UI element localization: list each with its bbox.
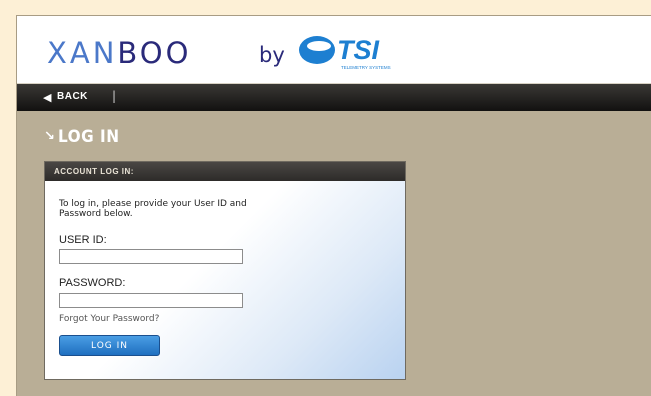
- tsi-logo-text: TSI: [337, 35, 380, 65]
- back-link[interactable]: BACK: [57, 91, 88, 102]
- password-input[interactable]: [59, 293, 243, 308]
- user-id-label: USER ID:: [59, 234, 107, 246]
- login-instructions: To log in, please provide your User ID a…: [59, 199, 247, 219]
- nav-separator: |: [112, 89, 117, 103]
- tsi-logo: TSI TELEMETRY SYSTEMS: [299, 35, 391, 70]
- page-title: LOG IN: [58, 127, 120, 147]
- xanboo-logo: XANBOO: [47, 36, 191, 70]
- back-arrow-icon: ◀: [43, 91, 52, 104]
- login-panel: ACCOUNT LOG IN: To log in, please provid…: [44, 161, 406, 380]
- arrow-down-right-icon: ↘: [44, 129, 55, 144]
- xanboo-logo-part1: XAN: [47, 36, 118, 70]
- forgot-password-link[interactable]: Forgot Your Password?: [59, 314, 159, 324]
- user-id-input[interactable]: [59, 249, 243, 264]
- login-panel-title: ACCOUNT LOG IN:: [54, 167, 134, 176]
- logo-by-text: by: [259, 43, 285, 67]
- app-frame: XANBOO by TSI TELEMETRY SYSTEMS ◀ BACK |…: [16, 15, 651, 396]
- login-button[interactable]: LOG IN: [59, 335, 160, 356]
- tsi-logo-tagline: TELEMETRY SYSTEMS: [341, 65, 391, 70]
- login-panel-header: ACCOUNT LOG IN:: [45, 162, 405, 181]
- password-label: PASSWORD:: [59, 277, 126, 289]
- nav-bar: ◀ BACK |: [17, 84, 651, 111]
- xanboo-logo-part2: BOO: [117, 36, 192, 70]
- header: XANBOO by TSI TELEMETRY SYSTEMS: [17, 16, 651, 84]
